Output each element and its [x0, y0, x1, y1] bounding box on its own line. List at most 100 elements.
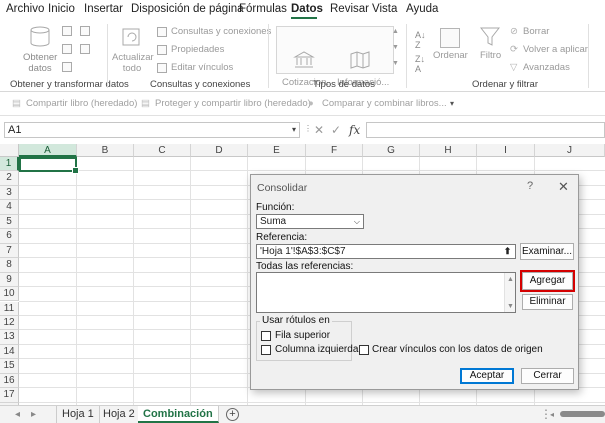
customize-toolbar-icon[interactable]: ▾	[450, 99, 454, 108]
tab-datos[interactable]: Datos	[291, 3, 323, 15]
consultas-conexiones-button[interactable]: Consultas y conexiones	[171, 26, 271, 37]
select-all-corner[interactable]	[0, 144, 19, 157]
eliminar-button[interactable]: Eliminar	[522, 294, 573, 310]
row-header-17[interactable]: 17	[0, 388, 19, 403]
ordenar-button[interactable]: Ordenar	[433, 50, 468, 61]
volver-aplicar-button[interactable]: Volver a aplicar	[523, 44, 588, 55]
dialog-title: Consolidar	[257, 182, 308, 194]
referencia-input[interactable]: 'Hoja 1'!$A$3:$C$7 ⬆	[256, 244, 516, 259]
cancel-formula-icon[interactable]: ✕	[314, 123, 324, 137]
scroll-down-icon[interactable]: ▼	[507, 303, 514, 310]
column-header-e[interactable]: E	[248, 144, 306, 157]
proteger-compartir-button[interactable]: Proteger y compartir libro (heredado)	[155, 98, 311, 109]
tab-vista[interactable]: Vista	[372, 3, 397, 15]
name-box[interactable]: A1 ▾	[4, 122, 300, 138]
obtener-datos-button[interactable]: Obtener datos	[20, 24, 60, 76]
row-header-3[interactable]: 3	[0, 185, 19, 201]
column-header-a[interactable]: A	[19, 144, 77, 157]
sheet-tab-hoja1[interactable]: Hoja 1	[56, 406, 100, 423]
avanzadas-button[interactable]: Avanzadas	[523, 62, 570, 73]
existing-connections-icon[interactable]	[62, 62, 72, 72]
enter-formula-icon[interactable]: ✓	[331, 123, 341, 137]
column-header-d[interactable]: D	[191, 144, 248, 157]
tab-ayuda[interactable]: Ayuda	[406, 3, 438, 15]
actualizar-todo-label: Actualizar todo	[112, 52, 154, 74]
protect-share-icon: ▤	[141, 98, 150, 109]
from-text-icon[interactable]	[62, 26, 72, 36]
from-table-icon[interactable]	[62, 44, 72, 54]
row-header-5[interactable]: 5	[0, 214, 19, 230]
examinar-button[interactable]: Examinar...	[520, 243, 574, 260]
formula-input[interactable]	[366, 122, 605, 138]
todas-referencias-label: Todas las referencias:	[256, 261, 354, 272]
gallery-up-icon[interactable]: ▲	[392, 28, 399, 35]
clear-filter-icon: ⊘	[510, 26, 518, 37]
sheet-tab-combinacion[interactable]: Combinación	[138, 406, 219, 423]
tab-archivo[interactable]: Archivo	[6, 3, 44, 15]
gallery-down-icon[interactable]: ▼	[392, 44, 399, 51]
propiedades-button[interactable]: Propiedades	[171, 44, 224, 55]
prev-sheet-icon[interactable]: ◂	[15, 409, 20, 420]
more-options-icon[interactable]: ⋮	[304, 124, 312, 133]
row-header-10[interactable]: 10	[0, 287, 19, 302]
fila-superior-checkbox[interactable]	[261, 331, 271, 341]
row-header-16[interactable]: 16	[0, 373, 19, 389]
tab-formulas[interactable]: Fórmulas	[239, 3, 287, 15]
compartir-libro-button[interactable]: Compartir libro (heredado)	[26, 98, 137, 109]
list-scrollbar[interactable]: ▲ ▼	[504, 273, 515, 312]
column-header-g[interactable]: G	[363, 144, 420, 157]
funcion-select[interactable]: Suma ⌵	[256, 214, 364, 229]
next-sheet-icon[interactable]: ▸	[31, 409, 36, 420]
row-header-7[interactable]: 7	[0, 243, 19, 259]
crear-vinculos-checkbox[interactable]	[359, 345, 369, 355]
column-header-i[interactable]: I	[477, 144, 535, 157]
collapse-dialog-icon[interactable]: ⬆	[502, 246, 513, 257]
sheet-tab-bar: ◂ ▸ Hoja 1 Hoja 2 Combinación + ⋮ ◂	[0, 405, 605, 423]
row-header-12[interactable]: 12	[0, 315, 19, 331]
tab-revisar[interactable]: Revisar	[330, 3, 369, 15]
gallery-more-icon[interactable]: ▼	[392, 60, 399, 67]
editar-vinculos-button[interactable]: Editar vínculos	[171, 62, 233, 73]
todas-referencias-list[interactable]: ▲ ▼	[256, 272, 516, 313]
row-header-15[interactable]: 15	[0, 359, 19, 374]
name-box-dropdown-icon[interactable]: ▾	[292, 123, 296, 137]
sort-az-icon[interactable]: A↓ Z	[415, 30, 426, 50]
cerrar-button[interactable]: Cerrar	[521, 368, 574, 384]
tab-disposicion[interactable]: Disposición de página	[131, 3, 244, 15]
from-web-icon[interactable]	[80, 26, 90, 36]
help-icon[interactable]: ?	[527, 180, 533, 192]
filtro-button[interactable]: Filtro	[480, 50, 501, 61]
column-header-f[interactable]: F	[306, 144, 363, 157]
column-header-b[interactable]: B	[77, 144, 134, 157]
insert-function-icon[interactable]: fx	[349, 123, 360, 137]
sort-za-icon[interactable]: Z↓ A	[415, 54, 425, 74]
row-header-8[interactable]: 8	[0, 258, 19, 273]
sheet-tab-hoja2[interactable]: Hoja 2	[98, 406, 141, 423]
comparar-combinar-button[interactable]: Comparar y combinar libros...	[322, 98, 447, 109]
row-header-13[interactable]: 13	[0, 330, 19, 345]
columna-izquierda-checkbox[interactable]	[261, 345, 271, 355]
column-header-j[interactable]: J	[535, 144, 605, 157]
tab-inicio[interactable]: Inicio	[48, 3, 75, 15]
row-header-11[interactable]: 11	[0, 301, 19, 316]
tab-insertar[interactable]: Insertar	[84, 3, 123, 15]
referencia-value: 'Hoja 1'!$A$3:$C$7	[260, 246, 346, 257]
close-icon[interactable]: ✕	[558, 179, 569, 195]
actualizar-todo-button[interactable]: Actualizar todo	[112, 24, 154, 76]
aceptar-button[interactable]: Aceptar	[460, 368, 514, 384]
scroll-up-icon[interactable]: ▲	[507, 276, 514, 283]
row-header-4[interactable]: 4	[0, 200, 19, 215]
row-header-6[interactable]: 6	[0, 229, 19, 244]
row-header-1[interactable]: 1	[0, 157, 19, 172]
row-header-9[interactable]: 9	[0, 272, 19, 287]
column-header-c[interactable]: C	[134, 144, 191, 157]
horizontal-scrollbar[interactable]	[560, 411, 605, 417]
row-header-2[interactable]: 2	[0, 171, 19, 186]
add-sheet-icon[interactable]: +	[226, 408, 239, 421]
scroll-left-icon[interactable]: ◂	[550, 410, 554, 419]
recent-sources-icon[interactable]	[80, 44, 90, 54]
active-cell-a1[interactable]	[19, 157, 79, 174]
column-header-h[interactable]: H	[420, 144, 477, 157]
row-header-14[interactable]: 14	[0, 344, 19, 360]
borrar-button[interactable]: Borrar	[523, 26, 549, 37]
